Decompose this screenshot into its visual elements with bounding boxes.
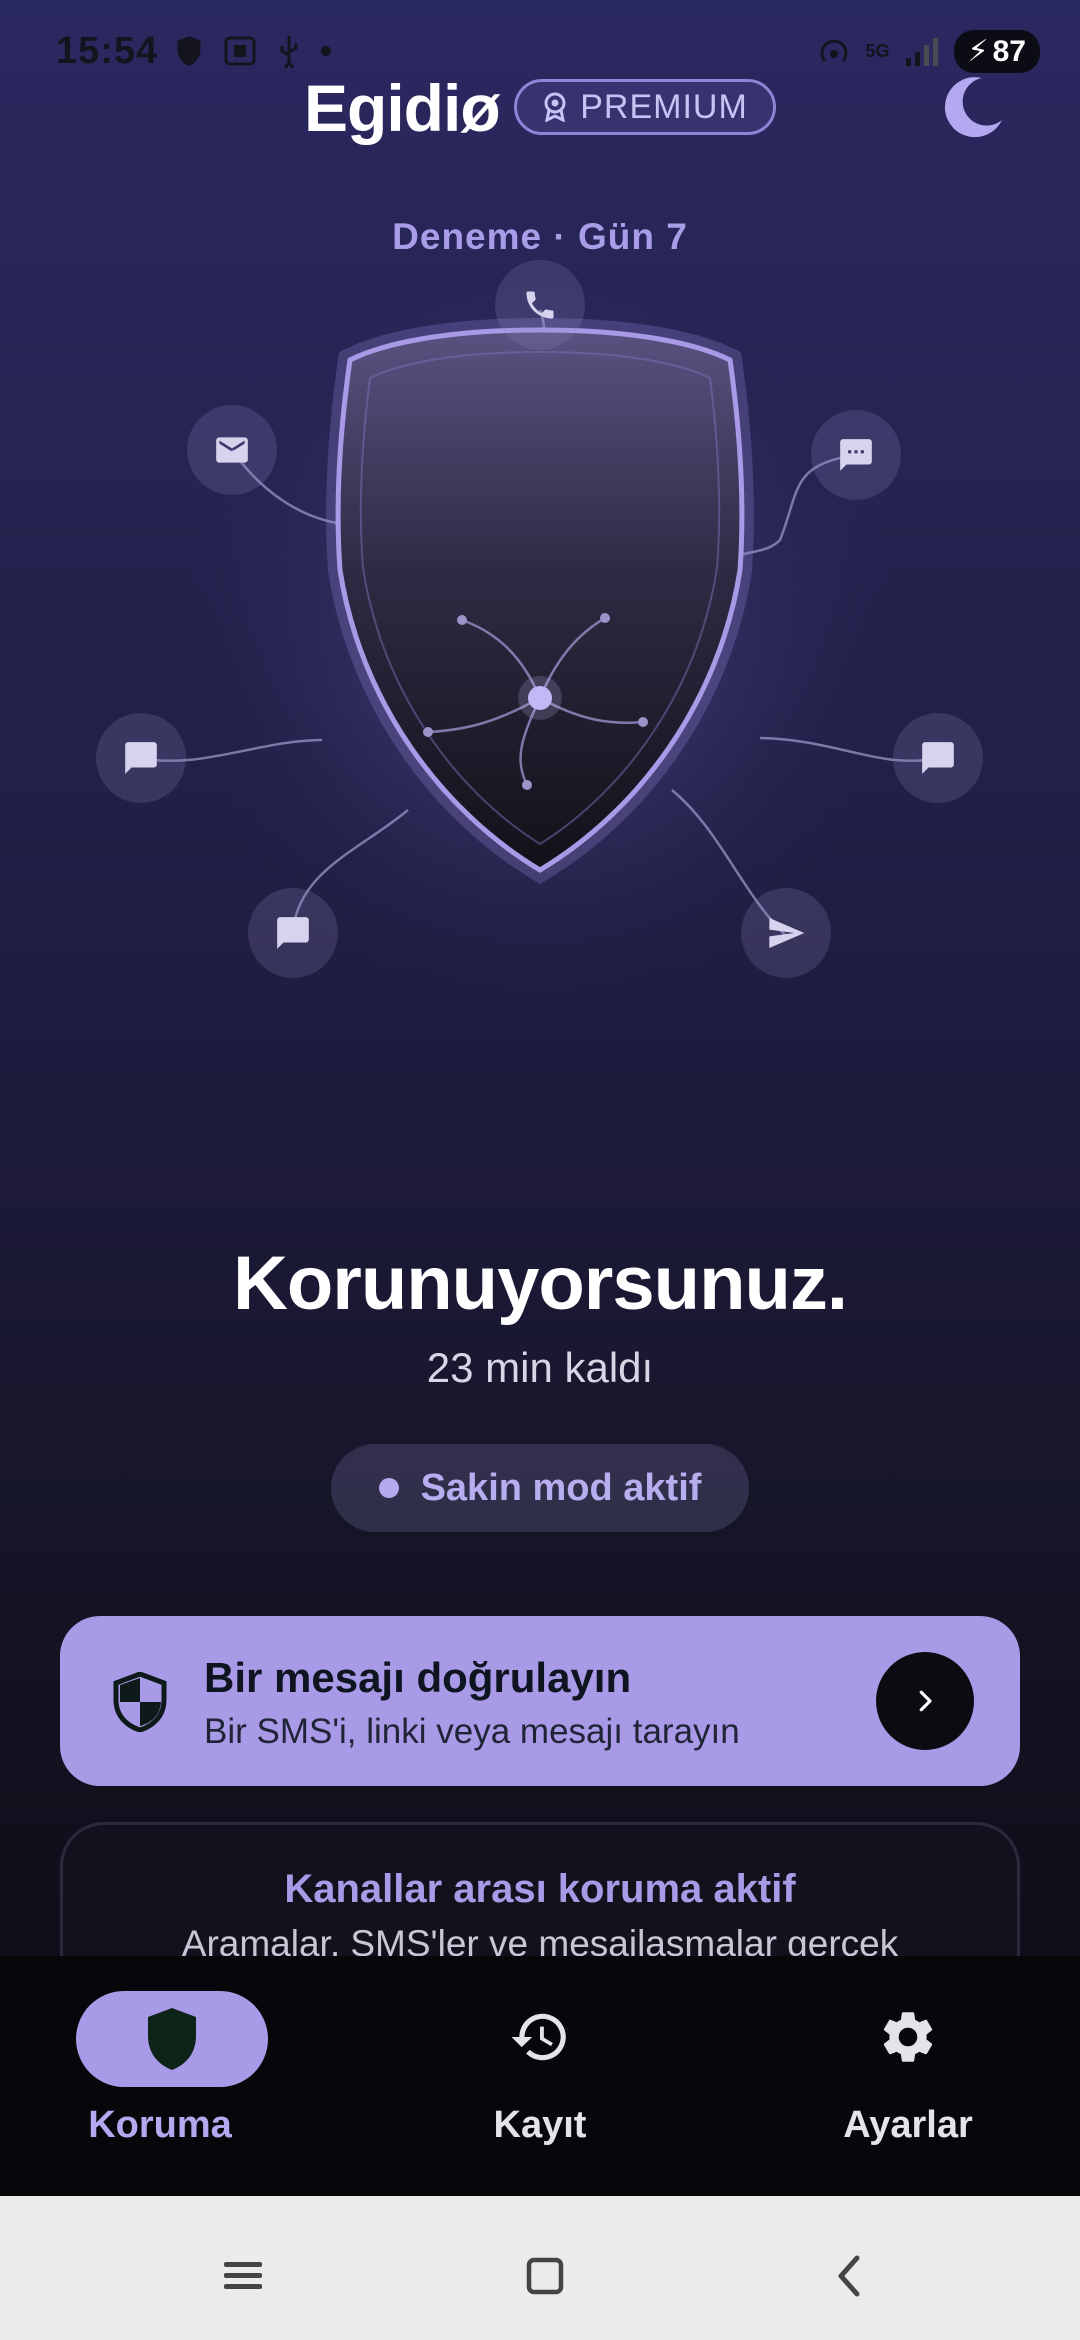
premium-label: PREMIUM — [580, 87, 748, 126]
chat-channel-node-bottom — [248, 888, 338, 978]
gear-icon — [883, 2012, 933, 2062]
phone-icon — [526, 291, 554, 319]
calm-mode-badge[interactable]: Sakin mod aktif — [331, 1444, 749, 1532]
usb-icon — [280, 36, 298, 68]
call-channel-node — [495, 260, 585, 350]
mail-icon — [216, 437, 248, 463]
chat-dots-icon — [840, 439, 872, 471]
battery-indicator: ⚡ 87 — [953, 30, 1040, 73]
verify-message-card[interactable]: Bir mesajı doğrulayın Bir SMS'i, linki v… — [60, 1616, 1020, 1786]
shield-graphic — [139, 290, 939, 1050]
chat-channel-node-left — [96, 713, 186, 803]
protection-visual — [0, 250, 1080, 1100]
signal-icon — [905, 37, 938, 66]
chat-icon — [277, 917, 309, 949]
verify-card-title: Bir mesajı doğrulayın — [204, 1654, 632, 1701]
chat-channel-node-right — [893, 713, 983, 803]
protection-headline: Korunuyorsunuz. — [232, 1241, 848, 1326]
back-button[interactable] — [818, 2246, 878, 2306]
verify-go-button[interactable] — [876, 1652, 974, 1750]
history-icon — [511, 2013, 566, 2061]
nav-active-indicator — [76, 1991, 268, 2087]
verify-card-subtitle: Bir SMS'i, linki veya mesajı tarayın — [204, 1712, 740, 1751]
status-time: 15:54 — [56, 30, 159, 72]
send-icon — [769, 918, 805, 948]
screenshot-icon — [224, 36, 256, 66]
dark-mode-moon-icon[interactable] — [938, 72, 1008, 142]
charging-bolt-icon: ⚡ — [967, 35, 989, 68]
nav-label-ayarlar: Ayarlar — [843, 2104, 973, 2146]
chevron-right-icon — [919, 1690, 932, 1712]
status-dot-icon — [378, 1478, 399, 1498]
nav-label-koruma: Koruma — [88, 2104, 232, 2146]
email-channel-node — [187, 405, 277, 495]
time-remaining: 23 min kaldı — [426, 1344, 654, 1391]
home-square-icon — [526, 2257, 564, 2295]
recent-apps-button[interactable] — [213, 2246, 273, 2306]
cross-channel-title: Kanallar arası koruma aktif — [284, 1867, 796, 1911]
award-icon — [544, 92, 566, 122]
chat-icon — [922, 742, 954, 774]
menu-icon — [224, 2262, 262, 2289]
shield-icon — [148, 2008, 196, 2070]
bottom-navigation: Koruma Kayıt Ayarlar — [0, 1956, 1080, 2196]
notification-dot-icon — [321, 46, 331, 56]
network-type: 5G — [865, 41, 890, 61]
chevron-left-icon — [838, 2255, 860, 2297]
nav-label-kayit: Kayıt — [493, 2104, 587, 2146]
status-icons-left — [175, 34, 331, 68]
chat-icon — [125, 742, 157, 774]
hotspot-icon — [820, 39, 848, 62]
status-icons-right: 5G ⚡ 87 — [816, 30, 1040, 73]
calm-mode-label: Sakin mod aktif — [420, 1466, 702, 1509]
vpn-shield-icon — [177, 36, 201, 66]
battery-level: 87 — [992, 34, 1026, 68]
app-brand: Egidiø — [304, 71, 501, 145]
home-button[interactable] — [515, 2246, 575, 2306]
app-screen: 15:54 5G ⚡ 87 Egidiø PREMIUM Deneme · Gü… — [0, 0, 1080, 2340]
sms-channel-node — [811, 410, 901, 500]
nav-item-ayarlar[interactable]: Ayarlar — [758, 1956, 1058, 2196]
send-channel-node — [741, 888, 831, 978]
nav-item-kayit[interactable]: Kayıt — [390, 1956, 690, 2196]
system-navigation-bar — [0, 2196, 1080, 2340]
premium-badge[interactable]: PREMIUM — [514, 79, 776, 135]
nav-item-koruma[interactable]: Koruma — [20, 1956, 320, 2196]
shield-check-icon — [113, 1672, 167, 1732]
